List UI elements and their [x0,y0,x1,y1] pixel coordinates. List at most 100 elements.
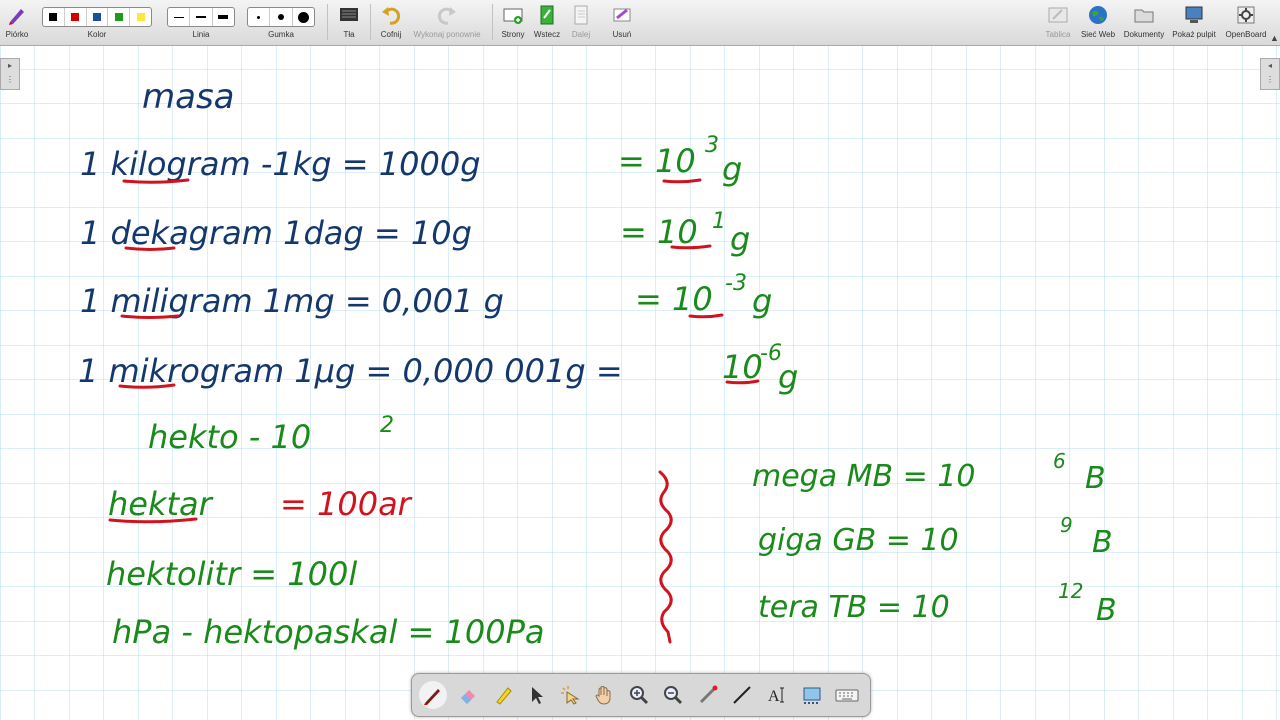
delete-button[interactable]: Usuń [607,0,637,45]
miligram-power: = 10 [635,280,713,318]
pen-tool[interactable] [419,681,447,709]
interact-tool[interactable] [556,681,584,709]
board-icon [1048,7,1068,23]
mega-exponent: 6 [1053,449,1066,473]
hand-icon [595,686,611,705]
color-red[interactable] [65,8,87,26]
zoom-in-tool[interactable] [625,681,653,709]
previous-page-icon [540,5,554,25]
dekagram-power: = 10 [620,213,698,251]
eraser-small[interactable] [248,8,271,26]
back-button[interactable]: Wstecz [532,0,562,45]
laser-pointer-tool[interactable] [694,681,722,709]
mega-unit: B [1085,461,1106,496]
next-button[interactable]: Dalej [566,0,596,45]
line-icon [733,686,751,704]
openboard-menu-button[interactable]: OpenBoard [1226,0,1266,45]
top-toolbar: Piórko Kolor Linia Gumka Tła Cofnij Wyko… [0,0,1280,46]
giga-unit: B [1092,525,1113,560]
web-button[interactable]: Sieć Web [1080,0,1116,45]
svg-text:A: A [768,688,780,705]
show-desktop-button[interactable]: Pokaż pulpit [1172,0,1216,45]
eraser-medium[interactable] [270,8,293,26]
color-yellow[interactable] [130,8,151,26]
row-miligram: 1 miligram 1mg = 0,001 g [80,282,504,320]
capture-tool[interactable] [798,681,826,709]
marker-icon [496,687,512,705]
line-medium[interactable] [190,8,213,26]
next-label: Dalej [571,30,591,39]
color-selector [42,7,152,27]
laser-pointer-icon [699,685,718,704]
row-dekagram: 1 dekagram 1dag = 10g [80,214,472,252]
keyboard-icon [835,689,859,702]
row-hektar: hektar [108,485,214,523]
hand-tool[interactable] [590,681,618,709]
row-mega: mega MB = 10 [752,459,976,494]
kilogram-unit: g [722,150,742,188]
text-icon: A [768,687,784,705]
zoom-in-icon [630,686,649,705]
pen-icon [9,9,24,25]
capture-icon [803,687,821,704]
color-green[interactable] [108,8,131,26]
zoom-out-tool[interactable] [659,681,687,709]
tool-palette: A [411,673,871,717]
keyboard-tool[interactable] [833,681,861,709]
eraser-size-selector [247,7,315,27]
redo-label: Wykonaj ponownie [413,30,481,39]
board-mode-button[interactable]: Tablica [1042,0,1074,45]
pen-label: Piórko [5,30,29,39]
selector-icon [532,687,543,704]
row-hekto: hekto - 10 [148,418,311,456]
clear-page-icon [613,8,631,22]
globe-icon [1089,6,1107,24]
row-kilogram: 1 kilogram -1kg = 1000g [80,145,481,183]
hektar-value: = 100ar [280,485,413,523]
marker-tool[interactable] [489,681,517,709]
undo-button[interactable]: Cofnij [374,0,408,45]
tera-exponent: 12 [1058,579,1083,603]
color-group: Kolor [40,0,154,45]
eraser-group: Gumka [246,0,316,45]
pen-tool-button[interactable]: Piórko [2,0,32,45]
background-button[interactable]: Tła [334,0,364,45]
color-blue[interactable] [87,8,109,26]
add-page-icon [503,8,523,24]
line-thin[interactable] [168,8,191,26]
text-tool[interactable]: A [763,681,791,709]
tera-unit: B [1096,593,1117,628]
whiteboard-canvas[interactable]: masa 1 kilogram -1kg = 1000g 1 dekagram … [0,46,1280,720]
left-panel-toggle[interactable]: ▸ ⋮ [0,58,20,90]
back-label: Wstecz [533,30,561,39]
line-group: Linia [166,0,236,45]
web-label: Sieć Web [1080,30,1116,39]
selector-tool[interactable] [522,681,550,709]
pages-button[interactable]: Strony [498,0,528,45]
line-label: Linia [192,30,210,39]
color-black[interactable] [43,8,65,26]
redo-button[interactable]: Wykonaj ponownie [413,0,481,45]
line-thick[interactable] [213,8,234,26]
documents-label: Dokumenty [1123,30,1165,39]
documents-button[interactable]: Dokumenty [1124,0,1164,45]
eraser-tool[interactable] [454,681,482,709]
next-page-icon [574,5,588,25]
color-label: Kolor [87,30,107,39]
folder-icon [1134,9,1154,23]
miligram-exponent: -3 [725,271,747,296]
delete-label: Usuń [612,30,632,39]
row-tera: tera TB = 10 [758,590,950,625]
right-panel-toggle[interactable]: ◂ ⋮ [1260,58,1280,90]
row-hektolitr: hektolitr = 100l [106,555,357,593]
giga-exponent: 9 [1060,513,1073,537]
mikrogram-unit: g [778,358,798,396]
background-label: Tła [343,30,355,39]
hekto-exponent: 2 [380,413,394,438]
line-tool[interactable] [728,681,756,709]
redo-icon [437,7,456,25]
kilogram-exponent: 3 [705,133,719,158]
collapse-icon[interactable]: ▲ [1270,33,1279,43]
eraser-large[interactable] [293,8,314,26]
desktop-label: Pokaż pulpit [1172,30,1216,39]
